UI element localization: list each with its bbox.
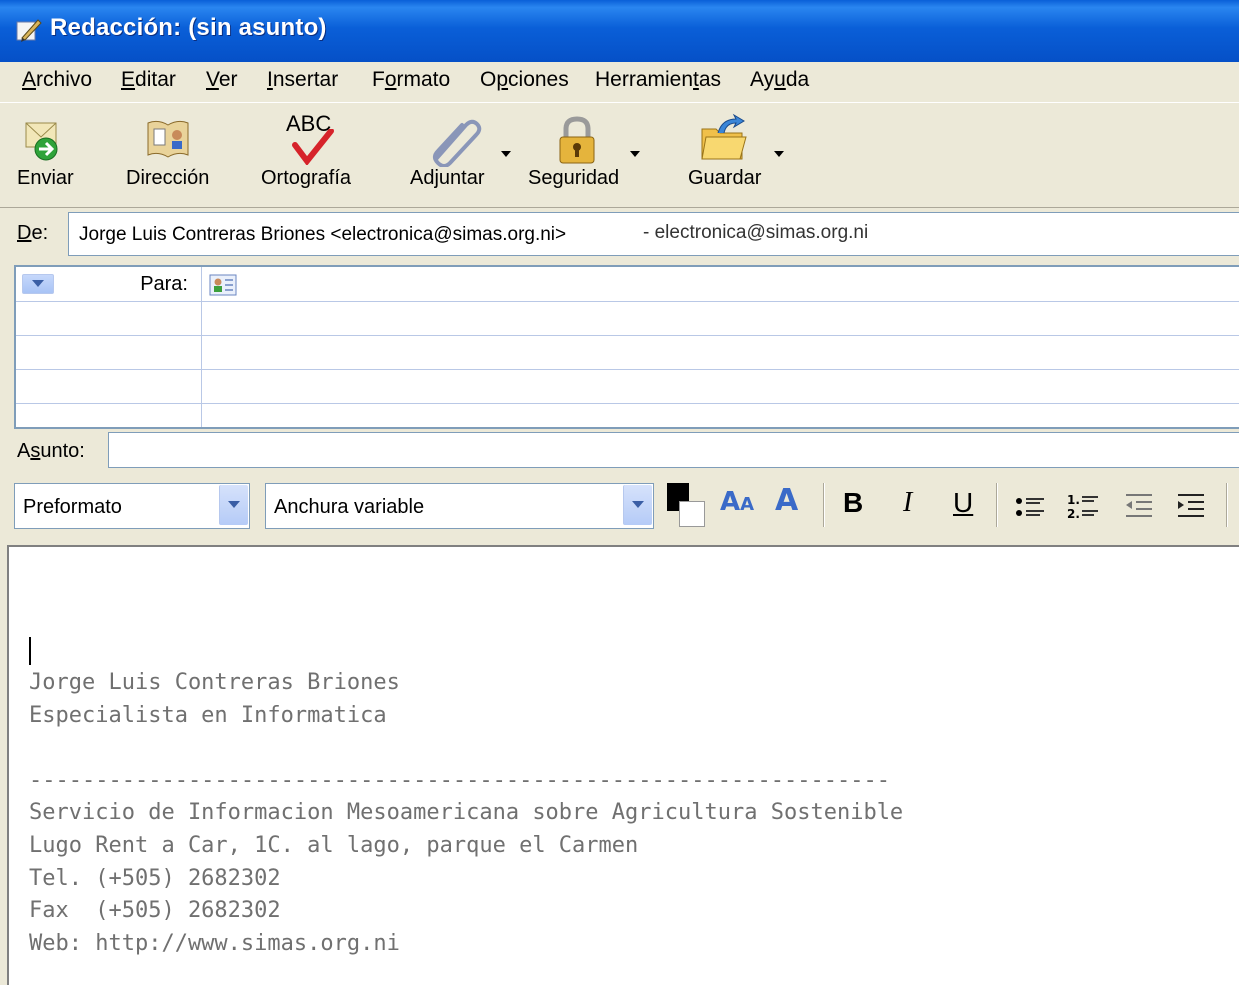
recipient-row[interactable] [16, 301, 1239, 336]
save-dropdown-arrow[interactable] [774, 151, 784, 157]
signature-line: Web: http://www.simas.org.ni [29, 930, 400, 956]
paragraph-format-value: Preformato [23, 496, 122, 518]
from-label: De: [17, 222, 49, 244]
compose-icon [16, 19, 42, 42]
bulleted-list-icon[interactable] [1014, 493, 1048, 521]
signature-block: Jorge Luis Contreras Briones Especialist… [29, 667, 903, 960]
menu-bar: Archivo Editar Ver Insertar Formato Opci… [0, 62, 1239, 103]
menu-ayuda[interactable]: Ayuda [750, 68, 809, 92]
menu-archivo[interactable]: Archivo [22, 68, 92, 92]
menu-insertar[interactable]: Insertar [267, 68, 338, 92]
padlock-icon [559, 116, 595, 164]
send-button[interactable]: Enviar [10, 103, 85, 203]
spelling-label: Ortografía [261, 167, 352, 189]
paragraph-format-select[interactable]: Preformato [14, 483, 250, 529]
menu-editar[interactable]: Editar [121, 68, 176, 92]
text-color-picker[interactable] [667, 483, 707, 529]
send-icon [25, 122, 58, 161]
attach-button[interactable]: Adjuntar [404, 103, 514, 203]
chevron-down-icon[interactable] [623, 485, 652, 525]
recipient-type-label: Para: [140, 273, 188, 295]
background-color-swatch [679, 501, 705, 527]
from-select[interactable]: Jorge Luis Contreras Briones <electronic… [68, 212, 1239, 256]
subject-label: Asunto: [17, 440, 85, 462]
signature-line: ----------------------------------------… [29, 767, 890, 793]
folder-save-icon [701, 113, 747, 160]
menu-formato[interactable]: Formato [372, 68, 450, 92]
recipients-list[interactable]: Para: [14, 265, 1239, 429]
font-select[interactable]: Anchura variable [265, 483, 654, 529]
title-bar[interactable]: Redacción: (sin asunto) [0, 0, 1239, 62]
recipient-row[interactable] [16, 369, 1239, 404]
save-label: Guardar [688, 167, 762, 189]
toolbar-separator [1226, 483, 1228, 527]
address-button[interactable]: Dirección [118, 103, 218, 203]
signature-line: Especialista en Informatica [29, 702, 387, 728]
security-dropdown-arrow[interactable] [630, 151, 640, 157]
address-book-icon [147, 120, 189, 158]
chevron-down-icon[interactable] [219, 485, 248, 525]
spellcheck-icon [292, 129, 334, 165]
paperclip-icon [433, 119, 482, 167]
italic-button[interactable]: I [903, 487, 912, 519]
text-caret [29, 637, 31, 665]
toolbar-separator [823, 483, 825, 527]
font-value: Anchura variable [274, 496, 425, 518]
send-label: Enviar [17, 167, 74, 189]
recipient-type-dropdown[interactable] [22, 274, 54, 294]
menu-ver[interactable]: Ver [206, 68, 238, 92]
recipient-column-divider [201, 267, 202, 427]
smaller-text-button[interactable]: AA [720, 487, 754, 517]
security-button[interactable]: Seguridad [524, 103, 644, 203]
attach-dropdown-arrow[interactable] [501, 151, 511, 157]
recipient-row[interactable] [16, 335, 1239, 370]
from-identity: Jorge Luis Contreras Briones <electronic… [79, 224, 567, 245]
signature-line: Fax (+505) 2682302 [29, 898, 281, 924]
save-button[interactable]: Guardar [682, 103, 792, 203]
address-card-icon[interactable] [209, 274, 237, 296]
window-title: Redacción: (sin asunto) [50, 14, 327, 41]
numbered-list-icon[interactable]: 1. 2. [1066, 491, 1102, 521]
security-label: Seguridad [528, 167, 620, 189]
main-toolbar: Enviar Dirección ABC Ortografía Adjuntar [0, 103, 1239, 208]
svg-text:2.: 2. [1067, 507, 1080, 521]
bold-button[interactable]: B [843, 487, 863, 519]
indent-icon[interactable] [1174, 491, 1208, 521]
signature-line: Jorge Luis Contreras Briones [29, 670, 400, 695]
signature-line: Lugo Rent a Car, 1C. al lago, parque el … [29, 832, 639, 858]
svg-text:1.: 1. [1067, 493, 1080, 507]
menu-opciones[interactable]: Opciones [480, 68, 569, 92]
signature-line: Tel. (+505) 2682302 [29, 865, 281, 891]
address-label: Dirección [126, 167, 210, 189]
menu-herramientas[interactable]: Herramientas [595, 68, 721, 92]
toolbar-separator [996, 483, 998, 527]
format-toolbar: Preformato Anchura variable AA A B I U 1… [0, 475, 1239, 541]
attach-label: Adjuntar [410, 167, 485, 189]
signature-line: Servicio de Informacion Mesoamericana so… [29, 800, 904, 826]
subject-input[interactable] [108, 432, 1239, 468]
recipient-row[interactable]: Para: [16, 267, 1239, 302]
spelling-button[interactable]: ABC Ortografía [255, 103, 365, 203]
message-body-editor[interactable]: Jorge Luis Contreras Briones Especialist… [7, 545, 1239, 985]
underline-button[interactable]: U [953, 487, 973, 519]
from-account: - electronica@simas.org.ni [643, 222, 869, 243]
outdent-icon[interactable] [1122, 491, 1156, 521]
larger-text-button[interactable]: A [775, 483, 798, 518]
